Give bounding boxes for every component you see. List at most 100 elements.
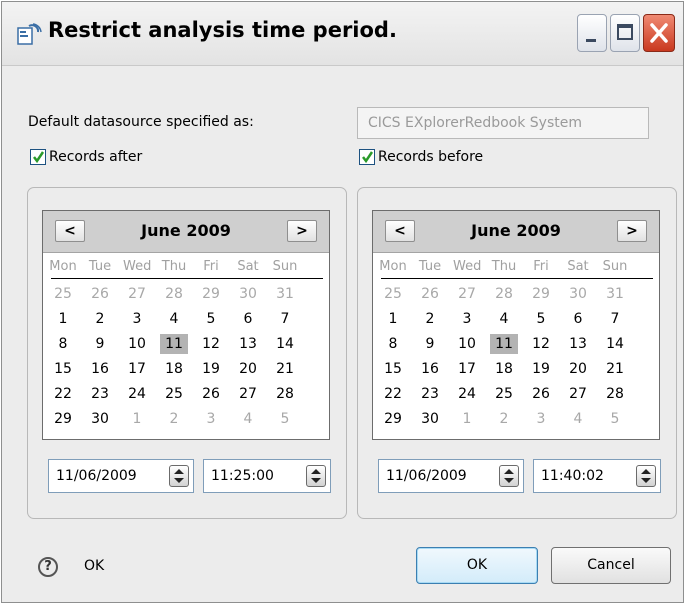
calendar-day[interactable]: 25 bbox=[49, 284, 77, 304]
help-icon[interactable]: ? bbox=[38, 557, 58, 577]
calendar-day[interactable]: 2 bbox=[490, 409, 518, 429]
calendar-day[interactable]: 27 bbox=[234, 384, 262, 404]
time-spinner[interactable] bbox=[636, 465, 656, 487]
minimize-button[interactable] bbox=[577, 14, 607, 52]
calendar-day[interactable]: 27 bbox=[564, 384, 592, 404]
calendar-day[interactable]: 23 bbox=[416, 384, 444, 404]
calendar-day[interactable]: 4 bbox=[564, 409, 592, 429]
calendar-day[interactable]: 28 bbox=[160, 284, 188, 304]
calendar-day[interactable]: 31 bbox=[271, 284, 299, 304]
calendar-day[interactable]: 26 bbox=[197, 384, 225, 404]
calendar-day[interactable]: 21 bbox=[271, 359, 299, 379]
calendar-day[interactable]: 12 bbox=[527, 334, 555, 354]
calendar-day[interactable]: 28 bbox=[601, 384, 629, 404]
calendar-day[interactable]: 31 bbox=[601, 284, 629, 304]
title-bar[interactable]: Restrict analysis time period. bbox=[2, 2, 683, 66]
calendar-day[interactable]: 30 bbox=[86, 409, 114, 429]
calendar-day[interactable]: 12 bbox=[197, 334, 225, 354]
calendar-day[interactable]: 22 bbox=[49, 384, 77, 404]
calendar[interactable]: < June 2009 > Mon Tue Wed Thu Fri Sat Sun 25 26 2… bbox=[372, 210, 660, 440]
calendar-day[interactable]: 6 bbox=[564, 309, 592, 329]
records-before-checkbox[interactable] bbox=[359, 149, 375, 165]
next-month-button[interactable]: > bbox=[617, 220, 647, 242]
calendar-day[interactable]: 4 bbox=[234, 409, 262, 429]
calendar-day[interactable]: 11 bbox=[160, 334, 188, 354]
calendar-day[interactable]: 7 bbox=[601, 309, 629, 329]
calendar-day[interactable]: 1 bbox=[379, 309, 407, 329]
calendar-day[interactable]: 15 bbox=[379, 359, 407, 379]
calendar-day[interactable]: 26 bbox=[416, 284, 444, 304]
close-button[interactable] bbox=[643, 14, 675, 52]
calendar-day[interactable]: 16 bbox=[86, 359, 114, 379]
calendar-day[interactable]: 4 bbox=[490, 309, 518, 329]
calendar-day[interactable]: 6 bbox=[234, 309, 262, 329]
date-field[interactable]: 11/06/2009 bbox=[378, 459, 524, 493]
calendar-day[interactable]: 26 bbox=[527, 384, 555, 404]
calendar-day[interactable]: 5 bbox=[527, 309, 555, 329]
calendar-day[interactable]: 20 bbox=[564, 359, 592, 379]
calendar-day[interactable]: 23 bbox=[86, 384, 114, 404]
calendar-day[interactable]: 27 bbox=[123, 284, 151, 304]
calendar-day[interactable]: 21 bbox=[601, 359, 629, 379]
calendar-day[interactable]: 14 bbox=[601, 334, 629, 354]
calendar-day[interactable]: 25 bbox=[490, 384, 518, 404]
calendar-day[interactable]: 2 bbox=[160, 409, 188, 429]
calendar-day[interactable]: 29 bbox=[527, 284, 555, 304]
calendar-day[interactable]: 1 bbox=[123, 409, 151, 429]
calendar-day[interactable]: 25 bbox=[160, 384, 188, 404]
calendar-day[interactable]: 11 bbox=[490, 334, 518, 354]
calendar-day[interactable]: 14 bbox=[271, 334, 299, 354]
date-spinner[interactable] bbox=[169, 465, 189, 487]
calendar-day[interactable]: 29 bbox=[197, 284, 225, 304]
calendar-day[interactable]: 1 bbox=[49, 309, 77, 329]
calendar-day[interactable]: 8 bbox=[49, 334, 77, 354]
calendar-day[interactable]: 25 bbox=[379, 284, 407, 304]
time-spinner[interactable] bbox=[306, 465, 326, 487]
calendar-day[interactable]: 5 bbox=[197, 309, 225, 329]
calendar-day[interactable]: 5 bbox=[601, 409, 629, 429]
calendar-day[interactable]: 3 bbox=[197, 409, 225, 429]
date-spinner[interactable] bbox=[499, 465, 519, 487]
calendar-day[interactable]: 4 bbox=[160, 309, 188, 329]
calendar-day[interactable]: 8 bbox=[379, 334, 407, 354]
calendar[interactable]: < June 2009 > Mon Tue Wed Thu Fri Sat Sun 25 26 2… bbox=[42, 210, 330, 440]
calendar-day[interactable]: 3 bbox=[527, 409, 555, 429]
calendar-day[interactable]: 19 bbox=[197, 359, 225, 379]
maximize-button[interactable] bbox=[610, 14, 640, 52]
calendar-day[interactable]: 15 bbox=[49, 359, 77, 379]
time-field[interactable]: 11:25:00 bbox=[203, 459, 331, 493]
time-field[interactable]: 11:40:02 bbox=[533, 459, 661, 493]
calendar-day[interactable]: 29 bbox=[49, 409, 77, 429]
calendar-day[interactable]: 10 bbox=[123, 334, 151, 354]
calendar-day[interactable]: 7 bbox=[271, 309, 299, 329]
calendar-day[interactable]: 18 bbox=[160, 359, 188, 379]
calendar-day[interactable]: 27 bbox=[453, 284, 481, 304]
calendar-day[interactable]: 2 bbox=[416, 309, 444, 329]
calendar-day[interactable]: 30 bbox=[234, 284, 262, 304]
calendar-day[interactable]: 20 bbox=[234, 359, 262, 379]
calendar-day[interactable]: 18 bbox=[490, 359, 518, 379]
calendar-day[interactable]: 28 bbox=[271, 384, 299, 404]
calendar-day[interactable]: 26 bbox=[86, 284, 114, 304]
calendar-day[interactable]: 2 bbox=[86, 309, 114, 329]
records-after-label[interactable]: Records after bbox=[49, 149, 142, 165]
calendar-day[interactable]: 1 bbox=[453, 409, 481, 429]
calendar-day[interactable]: 24 bbox=[123, 384, 151, 404]
calendar-day[interactable]: 17 bbox=[123, 359, 151, 379]
calendar-day[interactable]: 3 bbox=[123, 309, 151, 329]
calendar-day[interactable]: 28 bbox=[490, 284, 518, 304]
calendar-day[interactable]: 29 bbox=[379, 409, 407, 429]
cancel-button[interactable]: Cancel bbox=[551, 547, 671, 584]
calendar-day[interactable]: 13 bbox=[234, 334, 262, 354]
records-before-label[interactable]: Records before bbox=[378, 149, 483, 165]
calendar-day[interactable]: 9 bbox=[416, 334, 444, 354]
calendar-day[interactable]: 17 bbox=[453, 359, 481, 379]
calendar-day[interactable]: 24 bbox=[453, 384, 481, 404]
calendar-day[interactable]: 19 bbox=[527, 359, 555, 379]
calendar-day[interactable]: 16 bbox=[416, 359, 444, 379]
calendar-day[interactable]: 3 bbox=[453, 309, 481, 329]
calendar-day[interactable]: 30 bbox=[416, 409, 444, 429]
calendar-day[interactable]: 22 bbox=[379, 384, 407, 404]
calendar-day[interactable]: 9 bbox=[86, 334, 114, 354]
date-field[interactable]: 11/06/2009 bbox=[48, 459, 194, 493]
